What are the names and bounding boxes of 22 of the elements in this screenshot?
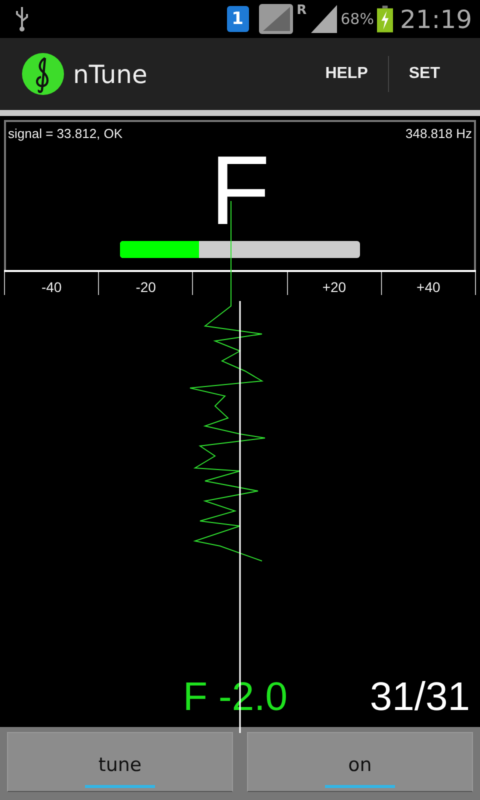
app-title: nTune bbox=[73, 60, 148, 88]
action-button[interactable]: HELP bbox=[319, 57, 374, 91]
action-button[interactable]: SET bbox=[402, 57, 446, 91]
scale-label: +40 bbox=[416, 279, 440, 295]
scale-label: -40 bbox=[41, 279, 62, 295]
battery-icon bbox=[376, 5, 393, 33]
signal-icon bbox=[258, 3, 294, 35]
toggle-button[interactable]: on bbox=[247, 732, 473, 792]
roaming-label: R bbox=[296, 3, 307, 18]
usb-icon bbox=[14, 6, 30, 32]
frequency-reading: 348.818 Hz bbox=[406, 126, 472, 141]
sim-icon: 1 bbox=[226, 6, 249, 32]
battery-level: 68% bbox=[340, 10, 374, 28]
signal-bars-icon bbox=[310, 4, 338, 34]
clock: 21:19 bbox=[400, 4, 472, 34]
note-name: F bbox=[210, 147, 270, 233]
toggle-button[interactable]: tune bbox=[7, 732, 233, 792]
scale-label: +20 bbox=[322, 279, 346, 295]
sample-count: 31/31 bbox=[370, 674, 470, 720]
treble-clef-icon bbox=[21, 52, 65, 96]
signal-reading: signal = 33.812, OK bbox=[8, 126, 123, 141]
scale-label: -20 bbox=[136, 279, 156, 295]
